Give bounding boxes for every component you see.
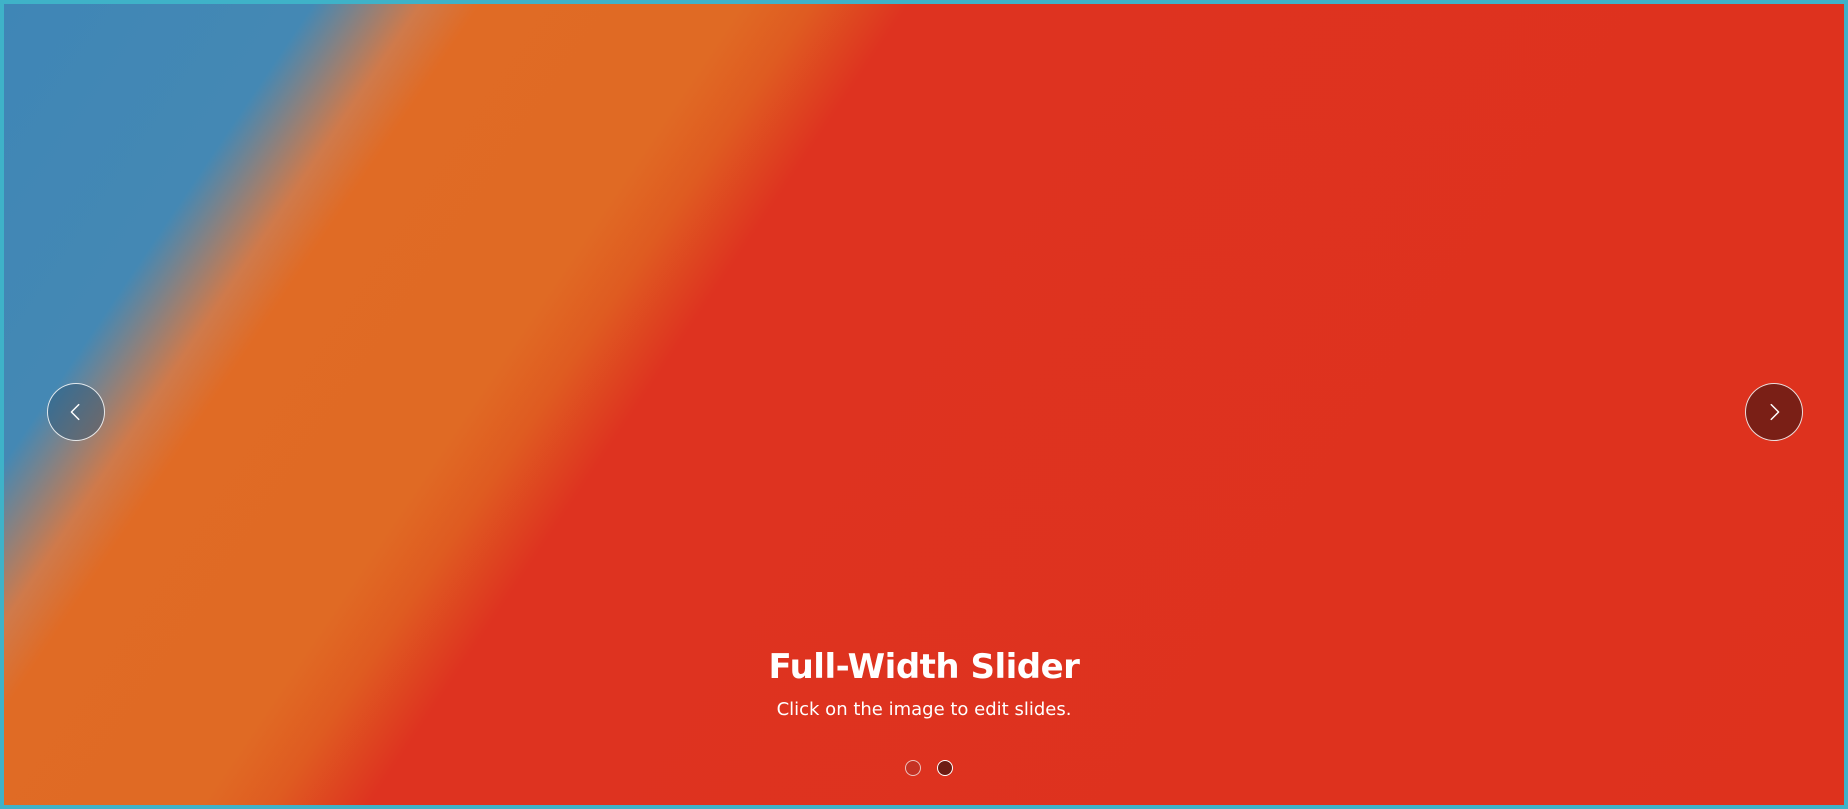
- slide-title: Full-Width Slider: [768, 647, 1080, 687]
- slide-caption: Full-Width Slider Click on the image to …: [4, 644, 1844, 722]
- slide-dot-1[interactable]: [905, 760, 921, 776]
- previous-slide-button[interactable]: [47, 383, 105, 441]
- next-slide-button[interactable]: [1745, 383, 1803, 441]
- chevron-left-icon: [70, 403, 80, 421]
- slide-pagination: [4, 760, 1844, 776]
- chevron-right-icon: [1770, 403, 1780, 421]
- slide-subtitle: Click on the image to edit slides.: [776, 699, 1072, 720]
- full-width-slider: Full-Width Slider Click on the image to …: [0, 0, 1848, 809]
- slide-dot-2[interactable]: [937, 760, 953, 776]
